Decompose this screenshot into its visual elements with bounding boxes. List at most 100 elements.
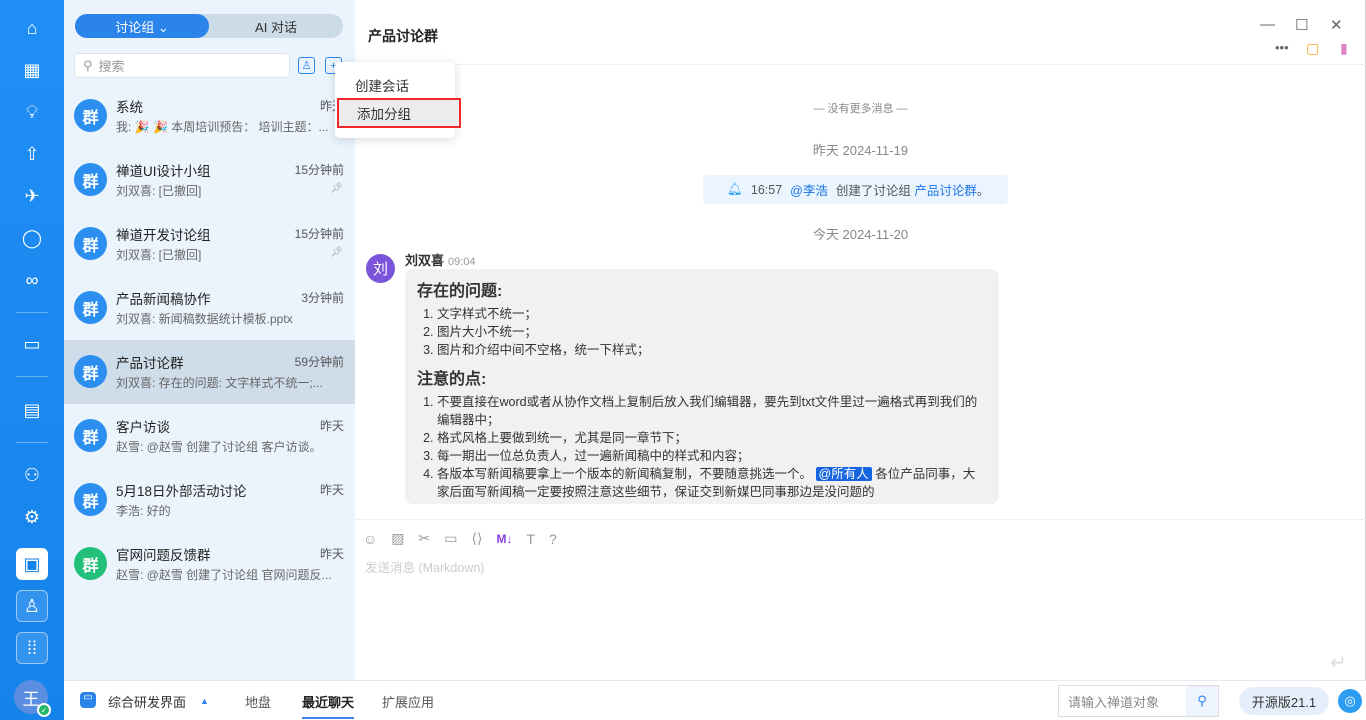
tab-groups[interactable]: 讨论组 ⌄ bbox=[75, 14, 209, 38]
mention-all[interactable]: @所有人 bbox=[816, 467, 872, 481]
close-button[interactable]: ✕ bbox=[1330, 16, 1343, 34]
nav-dashboard[interactable]: 地盘 bbox=[245, 692, 271, 711]
date-divider: 昨天 2024-11-19 bbox=[355, 140, 1366, 159]
grid-icon[interactable]: ▦ bbox=[16, 54, 48, 86]
divider bbox=[16, 312, 48, 313]
list-item: 每一期出一位总负责人，过一遍新闻稿中的样式和内容； bbox=[437, 447, 987, 465]
help-icon[interactable]: ? bbox=[549, 531, 557, 547]
search-icon[interactable]: ◯ bbox=[16, 222, 48, 254]
list-item: 文字样式不统一； bbox=[437, 305, 987, 323]
date-divider: 今天 2024-11-20 bbox=[355, 224, 1366, 243]
conversation-name: 产品新闻稿协作 bbox=[116, 288, 211, 308]
list-item[interactable]: 群 禅道开发讨论组 15分钟前 刘双喜: [已撤回]📌︎ bbox=[64, 212, 355, 276]
home-icon[interactable]: ⌂ bbox=[16, 12, 48, 44]
tab-ai-chat[interactable]: AI 对话 bbox=[209, 14, 343, 38]
logo-icon[interactable]: ◎ bbox=[1338, 689, 1362, 713]
conversation-name: 5月18日外部活动讨论 bbox=[116, 480, 247, 500]
send-icon[interactable]: ↵ bbox=[1330, 650, 1347, 675]
conversation-time: 昨天 bbox=[320, 545, 344, 562]
list-item[interactable]: 群 系统 昨天 我: 🎉 🎉 本周培训预告： 培训主题：... bbox=[64, 84, 355, 148]
list-item: 图片和介绍中间不空格，统一下样式； bbox=[437, 341, 987, 359]
conversation-list: 讨论组 ⌄ AI 对话 ⚲搜索 ♙ + 群 系统 昨天 我: 🎉 🎉 本周培训预… bbox=[64, 0, 355, 680]
add-menu: 创建会话 添加分组 bbox=[335, 62, 455, 138]
caret-up-icon[interactable]: ▲ bbox=[200, 696, 209, 706]
menu-item-add-group[interactable]: 添加分组 bbox=[337, 98, 461, 128]
divider bbox=[16, 442, 48, 443]
chat-icon[interactable]: ▣ bbox=[16, 548, 48, 580]
no-more-messages: — 没有更多消息 — bbox=[355, 100, 1366, 116]
version-badge[interactable]: 开源版21.1 bbox=[1239, 687, 1329, 715]
more-icon[interactable]: ••• bbox=[1275, 40, 1289, 55]
workspace-switcher[interactable]: 综合研发界面 bbox=[108, 692, 186, 711]
rocket-icon[interactable]: ⇧ bbox=[16, 138, 48, 170]
image-icon[interactable]: ▨ bbox=[391, 530, 404, 547]
infinity-icon[interactable]: ∞ bbox=[16, 264, 48, 296]
conversation-preview: 刘双喜: 新闻稿数据统计模板.pptx bbox=[116, 310, 336, 327]
conversation-name: 客户访谈 bbox=[116, 416, 170, 436]
search-icon[interactable]: ⚲ bbox=[1186, 686, 1218, 716]
message-input[interactable]: 发送消息 (Markdown) bbox=[365, 557, 484, 576]
system-message: 🔔︎ 16:57 @李浩 创建了讨论组 产品讨论群。 bbox=[703, 175, 1008, 204]
pin-icon: 📌︎ bbox=[330, 247, 343, 258]
avatar: 群 bbox=[74, 419, 107, 452]
gear-icon[interactable]: ⚙ bbox=[16, 501, 48, 533]
history-icon[interactable]: ▢ bbox=[1306, 40, 1319, 57]
conversation-name: 官网问题反馈群 bbox=[116, 544, 211, 564]
lightbulb-icon[interactable]: 💡︎ bbox=[16, 96, 48, 128]
pin-icon: 📌︎ bbox=[330, 183, 343, 194]
avatar[interactable]: 刘 bbox=[366, 254, 395, 283]
list-tabs: 讨论组 ⌄ AI 对话 bbox=[75, 14, 343, 38]
conversation-time: 昨天 bbox=[320, 417, 344, 434]
conversation-preview: 赵雪: @赵雪 创建了讨论组 客户访谈。 bbox=[116, 438, 336, 455]
conversation-name: 系统 bbox=[116, 96, 143, 116]
menu-item-create-chat[interactable]: 创建会话 bbox=[335, 70, 455, 100]
list-item[interactable]: 群 5月18日外部活动讨论 昨天 李浩: 好的 bbox=[64, 468, 355, 532]
search-input[interactable]: ⚲搜索 bbox=[74, 53, 290, 78]
avatar: 群 bbox=[74, 355, 107, 388]
bottom-bar: ▭ 综合研发界面 ▲ 地盘 最近聊天 扩展应用 请输入禅道对象⚲ 开源版21.1… bbox=[64, 680, 1366, 720]
code-icon[interactable]: ⟨⟩ bbox=[472, 530, 483, 547]
list-item[interactable]: 群 产品新闻稿协作 3分钟前 刘双喜: 新闻稿数据统计模板.pptx bbox=[64, 276, 355, 340]
conversation-preview: 我: 🎉 🎉 本周培训预告： 培训主题：... bbox=[116, 118, 336, 135]
conversation-time: 59分钟前 bbox=[295, 353, 344, 370]
object-search-input[interactable]: 请输入禅道对象⚲ bbox=[1058, 685, 1219, 717]
user-mention[interactable]: @李浩 bbox=[790, 180, 828, 199]
sidebar-toggle-icon[interactable]: ▮ bbox=[1340, 40, 1348, 57]
document-icon[interactable]: ▤ bbox=[16, 394, 48, 426]
folder-icon[interactable]: ▭ bbox=[444, 530, 457, 547]
conversation-time: 3分钟前 bbox=[301, 289, 344, 306]
list-item[interactable]: 群 禅道UI设计小组 15分钟前 刘双喜: [已撤回]📌︎ bbox=[64, 148, 355, 212]
nav-extensions[interactable]: 扩展应用 bbox=[382, 692, 434, 711]
divider bbox=[355, 519, 1366, 520]
nav-recent-chat[interactable]: 最近聊天 bbox=[302, 692, 354, 719]
chat-panel: 产品讨论群 — ☐ ✕ ••• ▢ ▮ — 没有更多消息 — 昨天 2024-1… bbox=[355, 0, 1366, 680]
markdown-icon[interactable]: M↓ bbox=[496, 532, 512, 546]
avatar: 群 bbox=[74, 227, 107, 260]
contacts-icon[interactable]: ♙ bbox=[298, 57, 315, 74]
conversation-preview: 赵雪: @赵雪 创建了讨论组 官网问题反... bbox=[116, 566, 336, 583]
bell-icon: 🔔︎ bbox=[727, 182, 743, 197]
list-item[interactable]: 群 产品讨论群 59分钟前 刘双喜: 存在的问题: 文字样式不统一;... bbox=[64, 340, 355, 404]
list-item: 图片大小不统一； bbox=[437, 323, 987, 341]
conversation-preview: 李浩: 好的 bbox=[116, 502, 336, 519]
users-icon[interactable]: ⚇ bbox=[16, 459, 48, 491]
plane-icon[interactable]: ✈︎ bbox=[16, 180, 48, 212]
divider bbox=[355, 64, 1366, 65]
conversation-time: 15分钟前 bbox=[295, 161, 344, 178]
group-link[interactable]: 产品讨论群 bbox=[914, 184, 977, 198]
search-icon: ⚲ bbox=[83, 58, 93, 74]
font-size-icon[interactable]: T bbox=[526, 531, 535, 547]
list-item[interactable]: 群 客户访谈 昨天 赵雪: @赵雪 创建了讨论组 客户访谈。 bbox=[64, 404, 355, 468]
scissors-icon[interactable]: ✂ bbox=[419, 530, 431, 547]
user-icon[interactable]: ♙ bbox=[16, 590, 48, 622]
apps-icon[interactable]: ⁞⁞ bbox=[16, 632, 48, 664]
avatar[interactable]: 王✓ bbox=[14, 680, 48, 714]
maximize-button[interactable]: ☐ bbox=[1295, 16, 1308, 34]
list-item: 格式风格上要做到统一，尤其是同一章节下； bbox=[437, 429, 987, 447]
emoji-icon[interactable]: ☺ bbox=[363, 531, 377, 547]
list-item[interactable]: 群 官网问题反馈群 昨天 赵雪: @赵雪 创建了讨论组 官网问题反... bbox=[64, 532, 355, 596]
conversation-preview: 刘双喜: [已撤回] bbox=[116, 246, 336, 263]
presentation-icon[interactable]: ▭ bbox=[16, 328, 48, 360]
minimize-button[interactable]: — bbox=[1260, 16, 1275, 33]
online-icon: ✓ bbox=[37, 703, 51, 717]
